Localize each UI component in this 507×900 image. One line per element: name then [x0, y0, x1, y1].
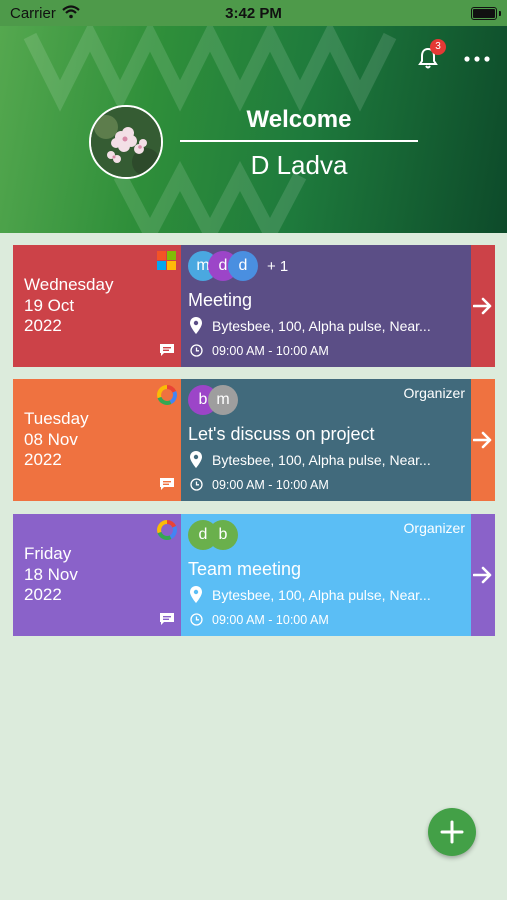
extra-attendee-count: + 1 — [267, 258, 289, 275]
comment-icon[interactable] — [159, 612, 175, 626]
event-time: 09:00 AM - 10:00 AM — [212, 344, 329, 358]
event-date-text: 18 Nov — [24, 564, 78, 584]
event-day: Wednesday — [24, 275, 114, 294]
event-date-text: 08 Nov — [24, 429, 78, 449]
clock-icon — [190, 344, 203, 357]
event-card[interactable]: Wednesday 19 Oct 2022 m d d + 1 Meeting … — [13, 245, 495, 367]
more-options-icon[interactable] — [462, 52, 492, 64]
header-divider — [180, 140, 418, 142]
event-title: Team meeting — [188, 559, 302, 579]
clock-icon — [190, 613, 203, 626]
open-event-button[interactable] — [471, 514, 495, 636]
event-details[interactable]: d b Organizer Team meeting Bytesbee, 100… — [181, 514, 471, 636]
plus-icon — [440, 820, 464, 844]
attendee-avatar: b — [208, 520, 238, 550]
status-bar: Carrier 3:42 PM — [0, 0, 507, 26]
event-date-text: 19 Oct — [24, 295, 75, 315]
profile-avatar[interactable] — [89, 105, 163, 179]
event-details[interactable]: b m Organizer Let's discuss on project B… — [181, 379, 471, 501]
event-year: 2022 — [24, 450, 62, 469]
event-year: 2022 — [24, 585, 62, 604]
open-event-button[interactable] — [471, 245, 495, 367]
battery-icon — [471, 7, 497, 20]
battery-nub — [499, 11, 501, 16]
event-card[interactable]: Tuesday 08 Nov 2022 b m Organizer Let's … — [13, 379, 495, 501]
arrow-right-icon — [473, 297, 492, 315]
event-date: Friday 18 Nov 2022 — [24, 544, 78, 606]
profile-header: 3 Welcome D Ladva — [0, 26, 507, 233]
arrow-right-icon — [473, 431, 492, 449]
event-date-panel[interactable]: Tuesday 08 Nov 2022 — [13, 379, 181, 501]
event-location: Bytesbee, 100, Alpha pulse, Near... — [212, 587, 431, 603]
clock-icon — [190, 478, 203, 491]
attendee-avatar: d — [228, 251, 258, 281]
comment-icon[interactable] — [159, 343, 175, 357]
organizer-label: Organizer — [403, 385, 465, 401]
organizer-label: Organizer — [403, 520, 465, 536]
status-time: 3:42 PM — [225, 5, 282, 22]
event-time: 09:00 AM - 10:00 AM — [212, 613, 329, 627]
event-title: Meeting — [188, 290, 253, 310]
event-location: Bytesbee, 100, Alpha pulse, Near... — [212, 318, 431, 334]
location-pin-icon — [190, 451, 202, 468]
google-icon — [157, 520, 177, 540]
event-date: Tuesday 08 Nov 2022 — [24, 409, 89, 471]
event-day: Friday — [24, 544, 72, 563]
attendee-avatar: m — [208, 385, 238, 415]
location-pin-icon — [190, 317, 202, 334]
event-year: 2022 — [24, 316, 62, 335]
google-icon — [157, 385, 177, 405]
comment-icon[interactable] — [159, 477, 175, 491]
event-date: Wednesday 19 Oct 2022 — [24, 275, 113, 337]
event-card[interactable]: Friday 18 Nov 2022 d b Organizer Team me… — [13, 514, 495, 636]
username-label: D Ladva — [250, 150, 348, 180]
event-day: Tuesday — [24, 409, 89, 428]
event-date-panel[interactable]: Wednesday 19 Oct 2022 — [13, 245, 181, 367]
event-date-panel[interactable]: Friday 18 Nov 2022 — [13, 514, 181, 636]
event-location: Bytesbee, 100, Alpha pulse, Near... — [212, 452, 431, 468]
arrow-right-icon — [473, 566, 492, 584]
add-event-button[interactable] — [428, 808, 476, 856]
event-time: 09:00 AM - 10:00 AM — [212, 478, 329, 492]
event-details[interactable]: m d d + 1 Meeting Bytesbee, 100, Alpha p… — [181, 245, 471, 367]
welcome-label: Welcome — [246, 106, 352, 133]
open-event-button[interactable] — [471, 379, 495, 501]
event-title: Let's discuss on project — [188, 424, 375, 444]
microsoft-icon — [157, 251, 177, 271]
notification-badge: 3 — [430, 39, 446, 55]
location-pin-icon — [190, 586, 202, 603]
